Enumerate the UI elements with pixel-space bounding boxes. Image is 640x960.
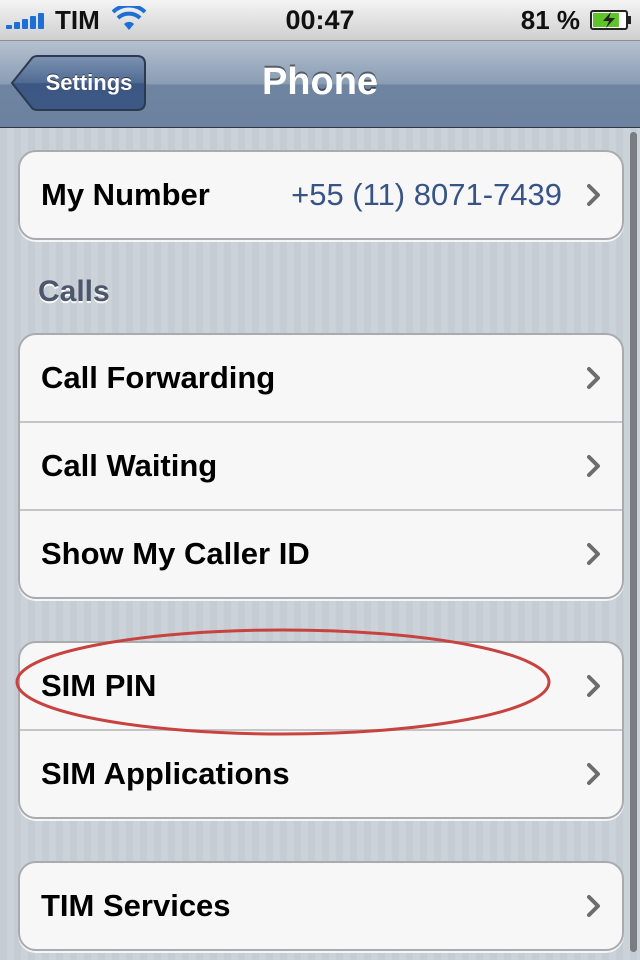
call-forwarding-label: Call Forwarding [41,360,276,395]
page-title: Phone [261,61,379,103]
show-caller-id-row[interactable]: Show My Caller ID [20,511,622,597]
calls-section-header: Calls [38,275,110,308]
battery-percent: 81 % [520,5,580,35]
chevron-right-icon [587,763,600,785]
sim-applications-label: SIM Applications [41,756,290,791]
carrier-services-group: TIM Services [18,861,624,951]
sim-group: SIM PIN SIM Applications [18,641,624,819]
calls-group: Call Forwarding Call Waiting Show My Cal… [18,333,624,599]
call-waiting-label: Call Waiting [41,448,218,483]
scrollbar[interactable] [630,132,637,952]
my-number-group: My Number +55 (11) 8071-7439 [18,150,624,240]
status-bar: TIM 00:47 81 % [0,0,640,41]
sim-pin-row[interactable]: SIM PIN [20,643,622,731]
tim-services-label: TIM Services [41,888,231,923]
chevron-right-icon [587,184,600,206]
sim-pin-label: SIM PIN [41,668,157,703]
tim-services-row[interactable]: TIM Services [20,863,622,949]
my-number-row[interactable]: My Number +55 (11) 8071-7439 [20,152,622,238]
battery-charging-icon [590,10,631,30]
call-waiting-row[interactable]: Call Waiting [20,423,622,511]
navigation-bar: Settings Phone [0,41,640,128]
my-number-label: My Number [41,177,210,212]
sim-applications-row[interactable]: SIM Applications [20,731,622,817]
chevron-right-icon [587,675,600,697]
chevron-right-icon [587,367,600,389]
show-caller-id-label: Show My Caller ID [41,536,310,571]
chevron-right-icon [587,895,600,917]
call-forwarding-row[interactable]: Call Forwarding [20,335,622,423]
chevron-right-icon [587,543,600,565]
chevron-right-icon [587,455,600,477]
my-number-value: +55 (11) 8071-7439 [291,177,562,212]
